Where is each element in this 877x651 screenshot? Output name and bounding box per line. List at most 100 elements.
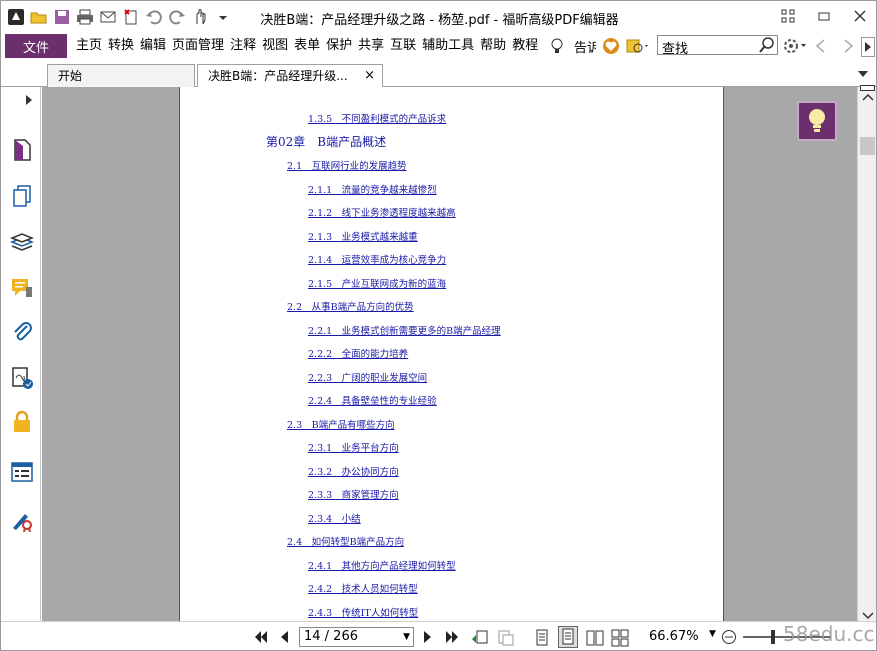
next-view-icon[interactable] xyxy=(497,629,515,650)
toc-section-link[interactable]: 2.4.3 传统IT人如何转型 xyxy=(308,605,418,619)
toc-section-link[interactable]: 2.1.5 产业互联网成为新的蓝海 xyxy=(308,276,446,290)
security-icon[interactable] xyxy=(9,409,35,435)
new-icon[interactable] xyxy=(122,8,140,26)
undo-icon[interactable] xyxy=(145,8,163,26)
page-dropdown-icon[interactable]: ▼ xyxy=(403,628,410,646)
tell-me-label[interactable]: 告诉 xyxy=(574,37,596,56)
search-label: 查找 xyxy=(662,42,689,57)
previous-page-icon[interactable] xyxy=(278,629,290,648)
toc-section-link[interactable]: 2.3.4 小结 xyxy=(308,511,361,525)
tips-lightbulb-button[interactable] xyxy=(797,101,837,141)
page-number-input[interactable]: 14 / 266 ▼ xyxy=(299,627,414,647)
toc-section-link[interactable]: 2.4.1 其他方向产品经理如何转型 xyxy=(308,558,456,572)
toc-section-link[interactable]: 1.3.5 不同盈利模式的产品诉求 xyxy=(308,111,446,125)
facing-pages-icon[interactable] xyxy=(586,629,604,650)
toc-section-link[interactable]: 2.2 从事B端产品方向的优势 xyxy=(287,299,414,313)
hand-tool-icon[interactable] xyxy=(191,8,209,26)
email-icon[interactable] xyxy=(99,8,117,26)
find-options-icon[interactable] xyxy=(626,37,650,55)
minimize-icon[interactable] xyxy=(806,5,842,27)
continuous-page-icon[interactable] xyxy=(558,626,578,648)
layers-icon[interactable] xyxy=(9,229,35,255)
redo-icon[interactable] xyxy=(168,8,186,26)
menu-item-comment[interactable]: 注释 xyxy=(227,34,259,58)
zoom-out-icon[interactable] xyxy=(721,629,737,648)
menu-item-view[interactable]: 视图 xyxy=(259,34,291,58)
menu-item-accessibility[interactable]: 辅助工具 xyxy=(419,34,477,58)
menu-item-convert[interactable]: 转换 xyxy=(105,34,137,58)
menu-item-organize[interactable]: 页面管理 xyxy=(169,34,227,58)
panel-expand-icon[interactable] xyxy=(23,93,35,107)
toc-section-link[interactable]: 2.3.1 业务平台方向 xyxy=(308,440,399,454)
lightbulb-icon[interactable] xyxy=(550,37,568,55)
nav-forward-icon[interactable] xyxy=(843,38,855,57)
tab-start[interactable]: 开始 xyxy=(47,64,195,88)
watermark-text: 58edu.cc xyxy=(783,622,875,646)
window-controls xyxy=(770,5,876,27)
toc-section-link[interactable]: 2.2.3 广阔的职业发展空间 xyxy=(308,370,427,384)
toc-section-link[interactable]: 2.2.1 业务模式创新需要更多的B端产品经理 xyxy=(308,323,501,337)
pages-icon[interactable] xyxy=(9,183,35,209)
file-menu-button[interactable]: 文件 xyxy=(5,34,67,58)
vertical-scrollbar[interactable] xyxy=(857,85,876,621)
last-page-icon[interactable] xyxy=(444,629,460,648)
toc-section-link[interactable]: 2.1 互联网行业的发展趋势 xyxy=(287,158,407,172)
ribbon-menu-bar: 文件 主页 转换 编辑 页面管理 注释 视图 表单 保护 共享 互联 辅助工具 … xyxy=(1,33,876,59)
form-fields-icon[interactable] xyxy=(9,459,35,485)
single-page-icon[interactable] xyxy=(535,629,549,650)
settings-icon[interactable] xyxy=(783,37,809,58)
tab-document[interactable]: 决胜B端：产品经理升级... × xyxy=(197,64,383,88)
scroll-thumb[interactable] xyxy=(860,137,875,155)
toc-section-link[interactable]: 2.2.4 具备壁垒性的专业经验 xyxy=(308,393,437,407)
toc-section-link[interactable]: 2.1.4 运营效率成为核心竞争力 xyxy=(308,252,446,266)
toc-section-link[interactable]: 2.1.2 线下业务渗透程度越来越高 xyxy=(308,205,456,219)
toc-section-link[interactable]: 2.3.3 商家管理方向 xyxy=(308,487,399,501)
toc-section-link[interactable]: 2.3 B端产品有哪些方向 xyxy=(287,417,395,431)
search-icon[interactable] xyxy=(759,37,775,56)
scroll-split-icon[interactable] xyxy=(860,85,875,91)
heart-icon[interactable] xyxy=(602,37,620,55)
zoom-dropdown-icon[interactable]: ▼ xyxy=(709,629,716,639)
customize-icon[interactable] xyxy=(214,8,232,26)
menu-item-share[interactable]: 共享 xyxy=(355,34,387,58)
attachments-icon[interactable] xyxy=(9,319,35,345)
toc-section-link[interactable]: 2.2.2 全面的能力培养 xyxy=(308,346,408,360)
scroll-up-icon[interactable] xyxy=(862,90,874,104)
menu-item-tutorial[interactable]: 教程 xyxy=(509,34,541,58)
toc-section-link[interactable]: 2.1.3 业务模式越来越重 xyxy=(308,229,418,243)
menu-item-protect[interactable]: 保护 xyxy=(323,34,355,58)
app-logo-icon[interactable] xyxy=(7,8,25,26)
tab-label: 决胜B端：产品经理升级... xyxy=(208,69,348,83)
search-input[interactable]: 查找 xyxy=(657,35,778,57)
signature-icon[interactable] xyxy=(9,365,35,391)
grid-icon[interactable] xyxy=(770,5,806,27)
continuous-facing-icon[interactable] xyxy=(611,629,629,650)
menu-item-home[interactable]: 主页 xyxy=(73,34,105,58)
comments-icon[interactable] xyxy=(9,275,35,301)
toc-section-link[interactable]: 2.3.2 办公协同方向 xyxy=(308,464,399,478)
toc-chapter-link[interactable]: 第02章 B端产品概述 xyxy=(266,133,386,150)
toc-section-link[interactable]: 2.4.2 技术人员如何转型 xyxy=(308,581,418,595)
toc-section-link[interactable]: 2.1.1 流量的竞争越来越惨烈 xyxy=(308,182,437,196)
save-icon[interactable] xyxy=(53,8,71,26)
nav-back-icon[interactable] xyxy=(814,38,826,57)
menu-item-form[interactable]: 表单 xyxy=(291,34,323,58)
next-page-icon[interactable] xyxy=(422,629,434,648)
menu-item-connect[interactable]: 互联 xyxy=(387,34,419,58)
tab-list-dropdown-icon[interactable] xyxy=(858,67,868,81)
document-view[interactable]: 1.3.5 不同盈利模式的产品诉求第02章 B端产品概述 2.1 互联网行业的发展… xyxy=(42,87,857,621)
tab-close-button[interactable]: × xyxy=(364,65,375,87)
menu-item-edit[interactable]: 编辑 xyxy=(137,34,169,58)
first-page-icon[interactable] xyxy=(253,629,269,648)
print-icon[interactable] xyxy=(76,8,94,26)
certify-icon[interactable] xyxy=(9,507,35,533)
zoom-level[interactable]: 66.67% xyxy=(649,629,699,644)
open-folder-icon[interactable] xyxy=(30,8,48,26)
page-thumbnail-icon[interactable] xyxy=(9,137,35,163)
zoom-slider-thumb[interactable] xyxy=(771,630,775,644)
ribbon-next-icon[interactable] xyxy=(861,37,875,57)
toc-section-link[interactable]: 2.4 如何转型B端产品方向 xyxy=(287,534,404,548)
previous-view-icon[interactable] xyxy=(471,629,489,650)
menu-item-help[interactable]: 帮助 xyxy=(477,34,509,58)
close-icon[interactable] xyxy=(842,5,876,27)
